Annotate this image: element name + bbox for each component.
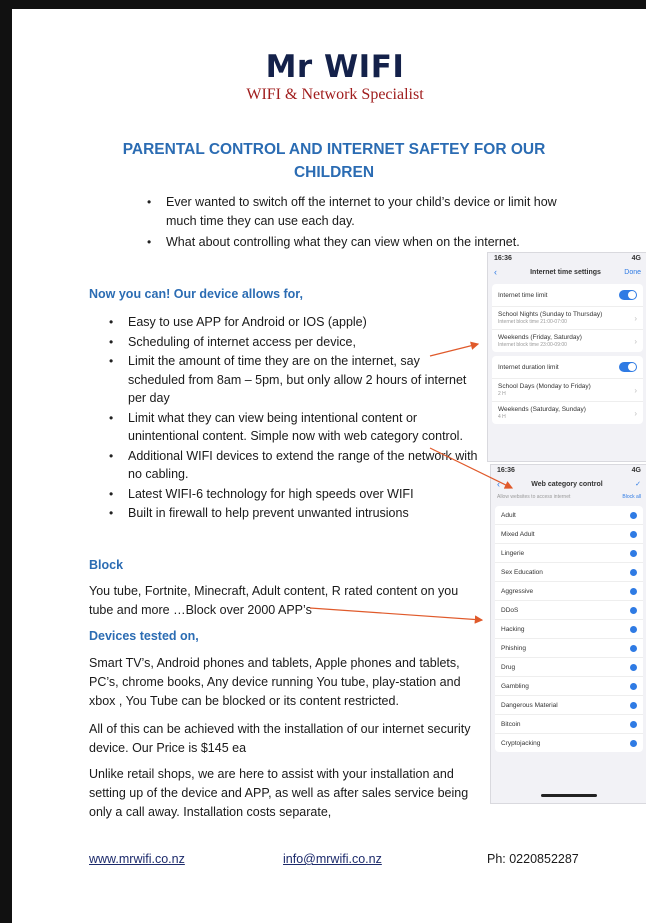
website-link[interactable]: www.mrwifi.co.nz <box>89 852 185 866</box>
email-link[interactable]: info@mrwifi.co.nz <box>283 852 382 866</box>
arrow-to-block-list <box>309 607 484 624</box>
phone-number: Ph: 0220852287 <box>487 852 579 866</box>
arrow-to-time-settings <box>429 341 480 357</box>
callout-arrows <box>309 341 514 624</box>
arrow-to-web-category <box>429 447 514 489</box>
